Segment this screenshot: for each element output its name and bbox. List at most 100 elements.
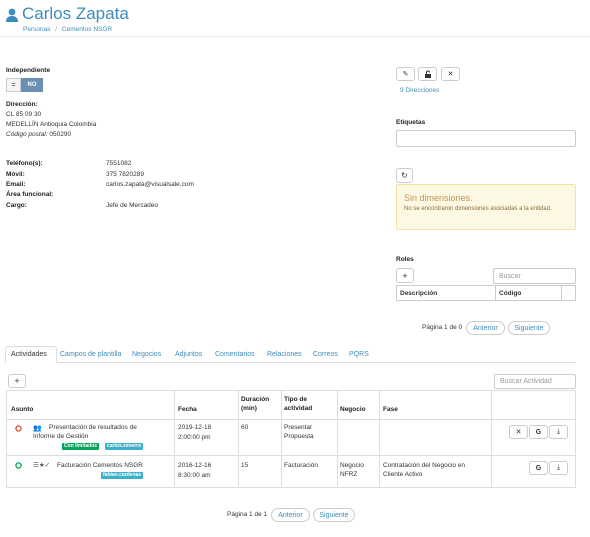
independiente-toggle[interactable]: = NO — [6, 78, 43, 92]
google-icon: G — [535, 428, 542, 436]
address-label: Dirección: — [6, 101, 38, 108]
edit-button[interactable]: ✎ — [396, 67, 415, 81]
column-header-subject[interactable]: Asunto — [11, 406, 33, 413]
tab-attachments[interactable]: Adjuntos — [175, 351, 202, 358]
row-divider — [7, 419, 575, 420]
status-indicator-icon — [15, 425, 22, 432]
tags-input[interactable] — [396, 130, 576, 147]
tab-relations[interactable]: Relaciones — [267, 351, 302, 358]
roles-column-description[interactable]: Descripción — [400, 290, 437, 297]
refresh-icon: ↻ — [401, 171, 408, 180]
activity-type: Presentar Propuesta — [284, 424, 314, 440]
activity-subject-link[interactable]: Facturación Cementos NSGR — [57, 461, 143, 470]
add-activity-button[interactable]: + — [8, 374, 26, 388]
column-divider — [491, 391, 492, 487]
tab-pqrs[interactable]: PQRS — [349, 351, 369, 358]
edit-icon: ✎ — [402, 71, 409, 78]
plus-icon: + — [402, 270, 408, 281]
add-role-button[interactable]: + — [396, 268, 414, 283]
roles-label: Roles — [396, 256, 414, 263]
header-divider — [0, 36, 590, 37]
column-divider — [281, 391, 282, 487]
refresh-button[interactable]: ↻ — [396, 168, 413, 183]
page-title: Carlos Zapata — [22, 4, 129, 23]
breadcrumb-separator: / — [55, 26, 58, 33]
activity-date: 2016-12-16 — [178, 462, 212, 469]
column-divider — [238, 391, 239, 487]
activity-date: 2019-12-18 — [178, 424, 212, 431]
tab-activities-active[interactable]: Actividades — [5, 346, 57, 363]
activity-duration: 60 — [241, 424, 249, 431]
dimensions-alert-title: Sin dimensiones. — [404, 193, 473, 203]
column-header-date[interactable]: Fecha — [178, 406, 197, 413]
plus-icon: + — [14, 376, 20, 386]
detail-value-mobile: 375 7820289 — [106, 171, 144, 178]
postal-code: Código postal: 050290 — [6, 131, 71, 138]
toggle-off-option[interactable]: NO — [21, 78, 43, 92]
close-button[interactable]: ✕ — [441, 67, 460, 81]
breadcrumb-company[interactable]: Cementos NSGR — [62, 26, 112, 33]
status-indicator-icon — [15, 462, 22, 469]
activity-time: 8:30:00 am — [178, 472, 211, 479]
activity-tag-badge: Con limitados — [62, 443, 100, 450]
activity-deal: Negocio NFRZ — [340, 462, 364, 478]
address-line2: MEDELLÍN Antioquia Colombia — [6, 121, 97, 128]
detail-label-area: Área funcional: — [6, 191, 54, 198]
activities-next-button[interactable]: Siguiente — [313, 508, 355, 522]
toggle-on-option[interactable]: = — [6, 78, 21, 92]
download-button[interactable]: ⤓ — [549, 461, 568, 475]
google-icon: G — [535, 464, 542, 472]
roles-pagination: Página 1 de 0 — [422, 324, 463, 331]
activity-duration: 15 — [241, 462, 249, 469]
activity-user-badge: fabian.cardenas — [101, 472, 144, 479]
unlock-button[interactable] — [418, 67, 437, 81]
activity-phase: Contratación del Negocio en Cliente Acti… — [383, 462, 466, 478]
tab-comments[interactable]: Comentarios — [215, 351, 255, 358]
close-icon: ✕ — [515, 429, 522, 436]
column-header-duration[interactable]: Duración (min) — [241, 395, 271, 413]
column-header-phase[interactable]: Fase — [383, 406, 398, 413]
tab-template-fields[interactable]: Campos de plantilla — [60, 351, 121, 358]
column-header-type[interactable]: Tipo de actividad — [284, 395, 328, 413]
google-sync-button[interactable]: G — [529, 425, 548, 439]
activities-pagination: Página 1 de 1 — [227, 511, 268, 518]
activities-prev-button[interactable]: Anterior — [271, 508, 310, 522]
tab-emails[interactable]: Correos — [313, 351, 338, 358]
tab-activities-label: Actividades — [11, 351, 47, 358]
roles-column-divider — [495, 286, 496, 300]
roles-next-button[interactable]: Siguiente — [508, 321, 550, 335]
activity-user-badge: carlos.zenerro — [105, 443, 144, 450]
tabs-divider — [5, 362, 576, 363]
download-icon: ⤓ — [556, 464, 561, 471]
row-divider — [7, 455, 575, 456]
detail-label-phone: Teléfono(s): — [6, 160, 43, 167]
roles-table: Descripción Código — [396, 285, 576, 301]
breadcrumb: Personas / Cementos NSGR — [23, 26, 112, 33]
google-sync-button[interactable]: G — [529, 461, 548, 475]
roles-search-input[interactable]: Buscar — [493, 268, 576, 284]
download-button[interactable]: ⤓ — [549, 425, 568, 439]
roles-column-divider-2 — [561, 286, 562, 300]
roles-column-code[interactable]: Código — [499, 290, 521, 297]
dimensions-alert-text: No se encontraron dimensiones asociadas … — [404, 206, 552, 212]
column-divider — [337, 391, 338, 487]
tab-deals[interactable]: Negocios — [132, 351, 161, 358]
close-icon: ✕ — [447, 71, 454, 78]
postal-label: Código postal: — [6, 131, 48, 138]
activity-subject-link[interactable]: Presentación de resultados de Informe de… — [33, 423, 151, 441]
address-line1: CL 85 09 30 — [6, 111, 42, 118]
roles-prev-button[interactable]: Anterior — [466, 321, 505, 335]
delete-activity-button[interactable]: ✕ — [509, 425, 528, 439]
column-divider — [174, 391, 175, 487]
detail-label-email: Email: — [6, 181, 26, 188]
column-header-deal[interactable]: Negocio — [340, 406, 366, 413]
download-icon: ⤓ — [556, 428, 561, 435]
unlock-icon — [424, 70, 432, 78]
detail-value-email: carlos.zapata@visualsale.com — [106, 181, 194, 188]
addresses-link[interactable]: 9 Direcciones — [400, 87, 439, 94]
activity-type-icons: ☰★✓ — [33, 462, 51, 469]
tags-label: Etiquetas — [396, 119, 426, 126]
user-icon — [6, 8, 18, 22]
activity-search-input[interactable]: Buscar Actividad — [494, 374, 576, 389]
breadcrumb-personas[interactable]: Personas — [23, 26, 50, 33]
